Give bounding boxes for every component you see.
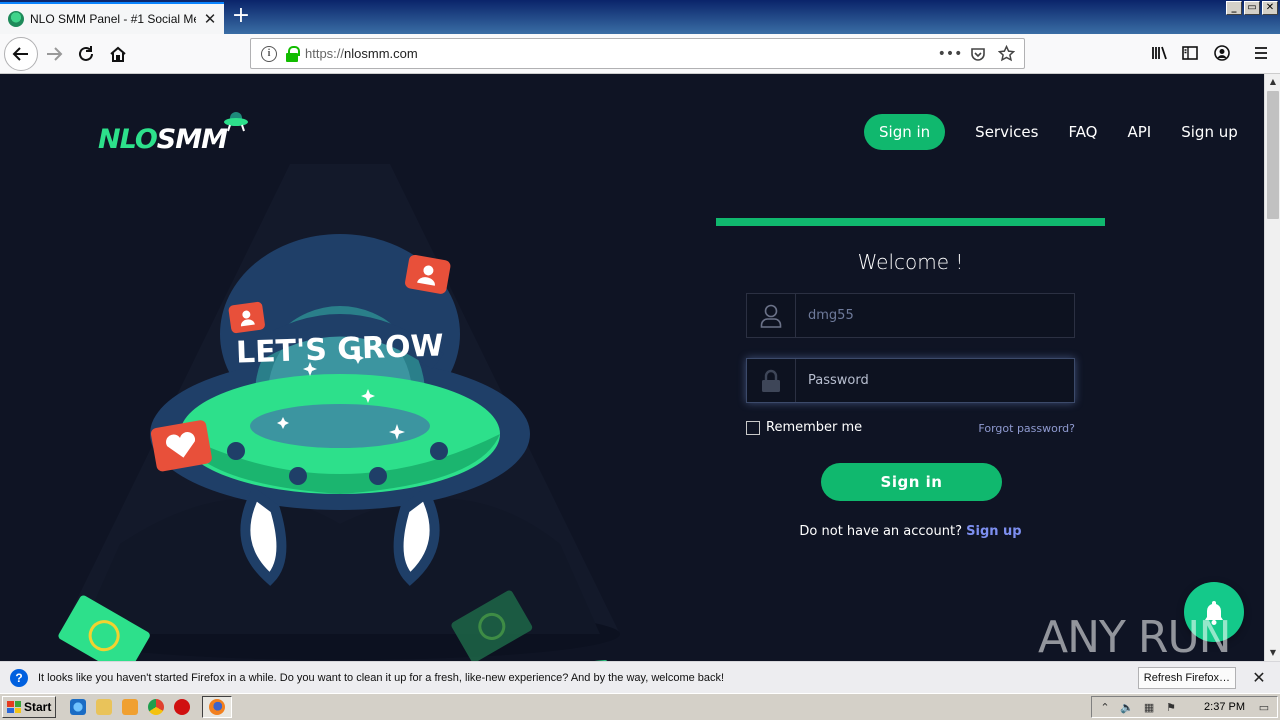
opera-icon[interactable] [174,699,191,715]
system-tray: ⌃ 🔈 ▦ ⚑ 2:37 PM ▭ [1091,696,1278,718]
watermark-text: ANY RUN [1038,611,1232,662]
reload-button[interactable] [72,40,100,68]
pocket-shape-icon [971,47,985,61]
anyrun-watermark: ANY RUN [1038,607,1232,662]
star-icon [997,45,1015,62]
ufo-illustration: LET'S GROW [58,164,620,661]
clock[interactable]: 2:37 PM [1204,701,1245,713]
account-icon [1214,45,1230,61]
firefox-icon [209,699,226,715]
close-window-button[interactable]: ✕ [1262,1,1278,15]
password-field [746,358,1075,403]
library-button[interactable] [1148,42,1170,64]
login-accent-bar [716,218,1105,226]
scroll-thumb[interactable] [1267,91,1279,219]
welcome-heading: Welcome ! [857,250,964,274]
url-protocol: https:// [305,46,345,61]
start-label: Start [24,700,52,714]
remember-label: Remember me [766,420,863,435]
tab-close-icon[interactable]: ✕ [202,11,218,27]
url-text[interactable]: https://nlosmm.com [305,46,934,61]
flag-icon[interactable]: ⚑ [1164,700,1178,714]
home-button[interactable] [104,40,132,68]
internet-explorer-icon[interactable] [70,699,87,715]
lock-icon [747,359,796,402]
maximize-button[interactable]: ▭ [1244,1,1260,15]
page-actions-button[interactable]: ••• [938,44,963,64]
show-desktop-icon[interactable]: ▭ [1257,700,1271,714]
site-info-icon[interactable]: i [261,45,277,62]
quick-launch [70,699,191,715]
nav-api[interactable]: API [1128,123,1152,141]
notification-close-icon[interactable]: ✕ [1248,668,1270,687]
no-account-text: Do not have an account? [799,524,962,539]
forgot-password-link[interactable]: Forgot password? [978,422,1075,435]
scroll-down-icon[interactable]: ▼ [1265,645,1280,661]
username-field [746,293,1075,338]
bookmark-star-icon[interactable] [994,44,1018,64]
scroll-up-icon[interactable]: ▲ [1265,74,1280,90]
url-host: nlosmm.com [344,46,418,61]
sidebar-icon [1182,46,1198,60]
volume-icon[interactable]: 🔈 [1120,700,1134,714]
user-icon [747,294,796,337]
ufo-logo-icon [224,112,248,132]
question-icon: ? [10,668,28,687]
reload-icon [79,46,93,61]
lock-icon[interactable] [285,45,300,62]
signup-link[interactable]: Sign up [966,524,1021,539]
menu-button[interactable] [1250,42,1272,64]
tab-strip: NLO SMM Panel - #1 Social Media M ✕ + _ … [0,0,1280,34]
nav-sign-in[interactable]: Sign in [864,114,946,150]
site-logo[interactable]: NLOSMM [96,112,256,162]
page-scrollbar[interactable]: ▲ ▼ [1264,74,1280,661]
logo-smm: SMM [156,124,228,155]
library-icon [1152,46,1167,60]
sign-in-button[interactable]: Sign in [821,463,1002,501]
logo-wordmark: NLOSMM [98,124,228,155]
page-viewport: NLOSMM Sign in Services FAQ API Sign up [0,74,1264,661]
password-input[interactable] [796,359,1074,402]
tab-title: NLO SMM Panel - #1 Social Media M [30,12,196,26]
new-tab-button[interactable]: + [228,3,254,31]
chrome-icon[interactable] [148,699,165,715]
site-favicon-icon [8,11,24,27]
windows-taskbar: Start ⌃ 🔈 ▦ ⚑ 2:37 PM ▭ [0,693,1280,720]
folder-icon[interactable] [96,699,113,715]
username-input[interactable] [796,294,1074,337]
nav-sign-up[interactable]: Sign up [1181,123,1238,141]
signup-prompt: Do not have an account? Sign up [716,524,1105,539]
tray-expand-icon[interactable]: ⌃ [1098,700,1112,714]
hero-banner-text: LET'S GROW [235,328,444,370]
network-icon[interactable]: ▦ [1142,700,1156,714]
window-controls: _ ▭ ✕ [1226,1,1278,15]
back-button[interactable] [4,37,38,71]
login-panel: Welcome ! Remember me Forgot password? S… [716,218,1105,539]
nav-services[interactable]: Services [975,123,1038,141]
sidebar-button[interactable] [1179,42,1201,64]
firefox-taskbar-button[interactable] [202,696,233,718]
logo-nlo: NLO [98,124,158,155]
navigation-toolbar: i https://nlosmm.com ••• [0,34,1280,74]
media-player-icon[interactable] [122,699,139,715]
main-nav: Sign in Services FAQ API Sign up [864,114,1238,150]
pocket-icon[interactable] [966,44,990,64]
windows-logo-icon [7,701,21,713]
nav-faq[interactable]: FAQ [1068,123,1097,141]
arrow-right-icon [47,47,63,61]
address-bar[interactable]: i https://nlosmm.com ••• [250,38,1025,69]
start-button[interactable]: Start [2,696,57,718]
forward-button[interactable] [40,40,68,68]
firefox-notification-bar: ? It looks like you haven't started Fire… [0,661,1280,693]
refresh-firefox-button[interactable]: Refresh Firefox… [1137,666,1236,689]
minimize-button[interactable]: _ [1226,1,1242,15]
remember-checkbox[interactable] [746,420,760,435]
browser-tab[interactable]: NLO SMM Panel - #1 Social Media M ✕ [0,2,224,34]
hamburger-icon [1255,47,1267,59]
arrow-left-icon [12,47,28,61]
home-icon [110,46,126,62]
account-button[interactable] [1211,42,1233,64]
remember-me[interactable]: Remember me [746,420,862,435]
notification-message: It looks like you haven't started Firefo… [38,671,725,684]
